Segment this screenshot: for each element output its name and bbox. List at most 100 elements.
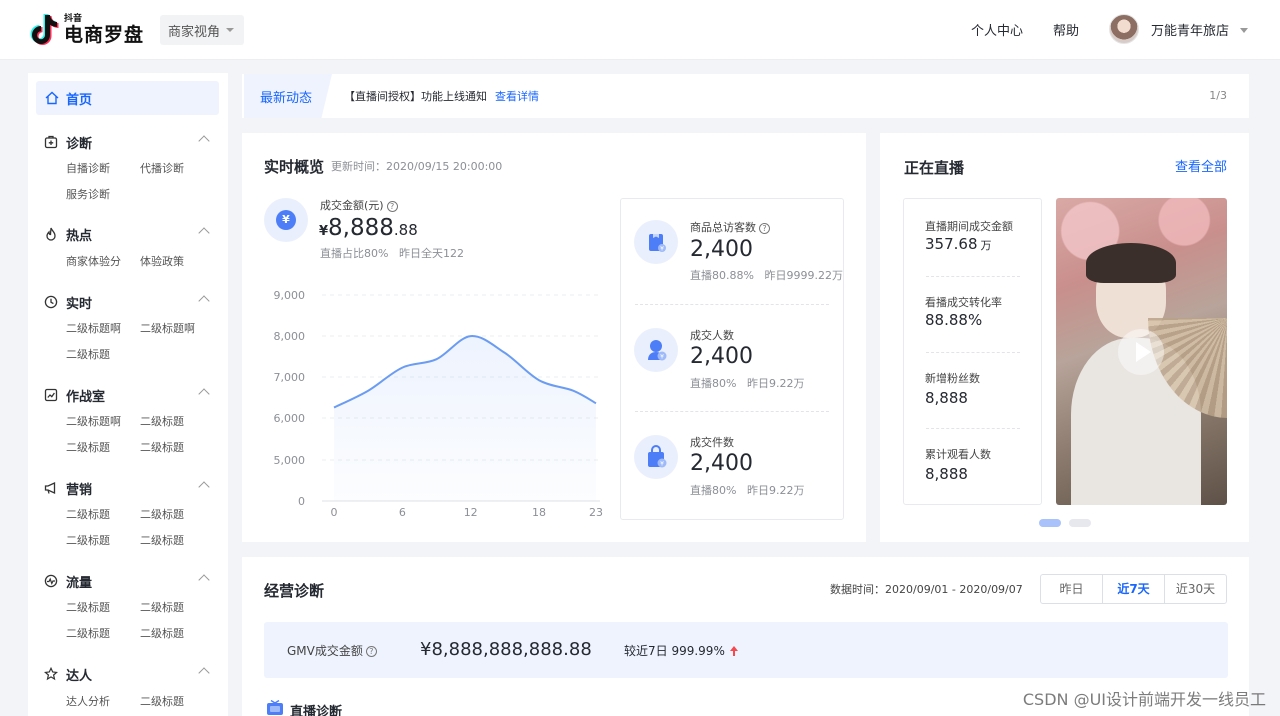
view-all-link[interactable]: 查看全部 xyxy=(1175,156,1227,175)
carousel-dot[interactable] xyxy=(1069,519,1091,527)
metric-notes: 直播80.88% 昨日9999.22万 xyxy=(690,267,843,283)
sidebar-subitem[interactable]: 二级标题啊 xyxy=(66,413,121,429)
notice-tag[interactable]: 最新动态 xyxy=(244,74,332,118)
gmv-label: 成交金额(元) xyxy=(320,199,384,212)
home-icon xyxy=(45,91,59,105)
help-icon[interactable]: ? xyxy=(365,646,377,657)
sidebar-group-title[interactable]: 流量 xyxy=(66,572,92,591)
sidebar-subitem[interactable]: 自播诊断 xyxy=(66,160,110,176)
metric-icon: ¥ xyxy=(634,220,678,264)
live-video-thumbnail[interactable] xyxy=(1056,198,1227,505)
carousel-dot-active[interactable] xyxy=(1039,519,1061,527)
svg-text:¥: ¥ xyxy=(660,246,664,253)
play-icon[interactable] xyxy=(1118,329,1164,375)
logo[interactable]: 抖音 电商罗盘 xyxy=(28,12,144,48)
chevron-up-icon[interactable] xyxy=(198,135,210,147)
divider xyxy=(635,411,829,412)
sidebar-subitem[interactable]: 二级标题 xyxy=(66,506,110,522)
metric-note: 直播80% xyxy=(690,484,737,497)
chevron-up-icon[interactable] xyxy=(198,388,210,400)
sidebar-subitem[interactable]: 达人分析 xyxy=(66,693,110,709)
sidebar-subitem[interactable]: 二级标题 xyxy=(66,439,110,455)
person-hair xyxy=(1086,243,1176,283)
nav-personal-center[interactable]: 个人中心 xyxy=(971,20,1023,39)
sidebar-item-home[interactable]: 首页 xyxy=(36,81,219,115)
tv-icon xyxy=(267,700,283,715)
live-stat-unit: 万 xyxy=(980,239,992,252)
sidebar-subitem[interactable]: 体验政策 xyxy=(140,253,184,269)
megaphone-icon xyxy=(44,481,56,495)
metric-value: 2,400 xyxy=(690,344,753,369)
sidebar-subitem[interactable]: 二级标题 xyxy=(140,599,184,615)
sidebar-subitem[interactable]: 二级标题 xyxy=(140,439,184,455)
live-stat-label: 新增粉丝数 xyxy=(925,372,980,385)
nav-help[interactable]: 帮助 xyxy=(1053,20,1079,39)
sidebar-group-title[interactable]: 诊断 xyxy=(66,133,92,152)
sidebar-subitem[interactable]: 服务诊断 xyxy=(66,186,110,202)
gmv-compare: 较近7日 999.99% xyxy=(624,644,725,658)
sidebar-subitem[interactable]: 二级标题 xyxy=(66,346,110,362)
notice-detail-link[interactable]: 查看详情 xyxy=(495,88,539,104)
user-name[interactable]: 万能青年旅店 xyxy=(1151,20,1229,39)
metric-label: 成交人数 xyxy=(690,329,734,342)
series-area xyxy=(334,336,596,501)
chevron-up-icon[interactable] xyxy=(198,295,210,307)
help-icon[interactable]: ? xyxy=(386,200,398,212)
live-stat-label: 直播期间成交金额 xyxy=(925,220,1013,233)
chevron-up-icon[interactable] xyxy=(198,481,210,493)
gmv-dec: .88 xyxy=(393,221,418,239)
gmv-notes: 直播占比80% 昨日全天122 xyxy=(320,245,464,261)
divider xyxy=(926,352,1020,353)
sidebar-subitem[interactable]: 二级标题 xyxy=(140,693,184,709)
range-30days[interactable]: 近30天 xyxy=(1165,575,1226,603)
sidebar-subitem[interactable]: 二级标题 xyxy=(140,532,184,548)
notice-tag-label: 最新动态 xyxy=(260,90,313,106)
y-tick-label: 7,000 xyxy=(274,371,306,384)
chevron-up-icon[interactable] xyxy=(198,667,210,679)
gmv-summary-value: ¥8,888,888,888.88 xyxy=(420,639,592,660)
caret-down-icon[interactable] xyxy=(1240,28,1248,33)
sidebar-subitem[interactable]: 二级标题 xyxy=(66,532,110,548)
metric-icon: ¥ xyxy=(634,328,678,372)
metric-note: 昨日9999.22万 xyxy=(764,269,843,282)
gmv-currency: ¥ xyxy=(319,224,329,239)
view-switch-label: 商家视角 xyxy=(168,24,221,40)
sidebar-subitem[interactable]: 商家体验分 xyxy=(66,253,121,269)
sidebar-subitem[interactable]: 二级标题 xyxy=(66,599,110,615)
update-time: 更新时间：2020/09/15 20:00:00 xyxy=(331,160,503,173)
sidebar-subitem[interactable]: 二级标题啊 xyxy=(140,320,195,336)
metric-note: 直播80% xyxy=(690,377,737,390)
metric-note: 直播80.88% xyxy=(690,269,754,282)
lock-bag-icon: ¥ xyxy=(648,445,667,468)
view-switch-dropdown[interactable]: 商家视角 xyxy=(160,15,244,45)
sidebar-group-title[interactable]: 热点 xyxy=(66,225,92,244)
gmv-trend-chart: 9,000 8,000 7,000 6,000 5,000 0 0 6 12 18 23 xyxy=(274,289,604,519)
chevron-up-icon[interactable] xyxy=(198,227,210,239)
help-icon[interactable]: ? xyxy=(759,222,770,234)
sidebar-subitem[interactable]: 代播诊断 xyxy=(140,160,184,176)
metric-label-wrap: 商品总访客数? xyxy=(690,219,770,235)
user-icon: ¥ xyxy=(648,340,667,361)
sidebar-group-title[interactable]: 实时 xyxy=(66,293,92,312)
sidebar-subitem[interactable]: 二级标题 xyxy=(140,506,184,522)
sidebar-subitem[interactable]: 二级标题啊 xyxy=(66,320,121,336)
star-icon xyxy=(44,667,58,681)
range-yesterday[interactable]: 昨日 xyxy=(1041,575,1103,603)
logo-sub: 抖音 xyxy=(64,14,83,24)
sidebar-group-title[interactable]: 作战室 xyxy=(66,386,105,405)
sidebar-subitem[interactable]: 二级标题 xyxy=(66,625,110,641)
range-7days[interactable]: 近7天 xyxy=(1103,575,1165,603)
sidebar-group-title[interactable]: 达人 xyxy=(66,665,92,684)
flame-icon xyxy=(46,227,56,241)
sidebar-subitem[interactable]: 二级标题 xyxy=(140,625,184,641)
divider xyxy=(926,428,1020,429)
x-tick-label: 18 xyxy=(532,506,546,519)
chevron-up-icon[interactable] xyxy=(198,574,210,586)
live-stat-value: 88.88% xyxy=(925,311,983,329)
avatar[interactable] xyxy=(1109,14,1139,44)
sidebar-subitem[interactable]: 二级标题 xyxy=(140,413,184,429)
live-stat-value: 8,888 xyxy=(925,389,968,407)
caret-down-icon xyxy=(226,28,234,32)
gmv-summary-bar xyxy=(264,622,1228,678)
sidebar-group-title[interactable]: 营销 xyxy=(66,479,92,498)
